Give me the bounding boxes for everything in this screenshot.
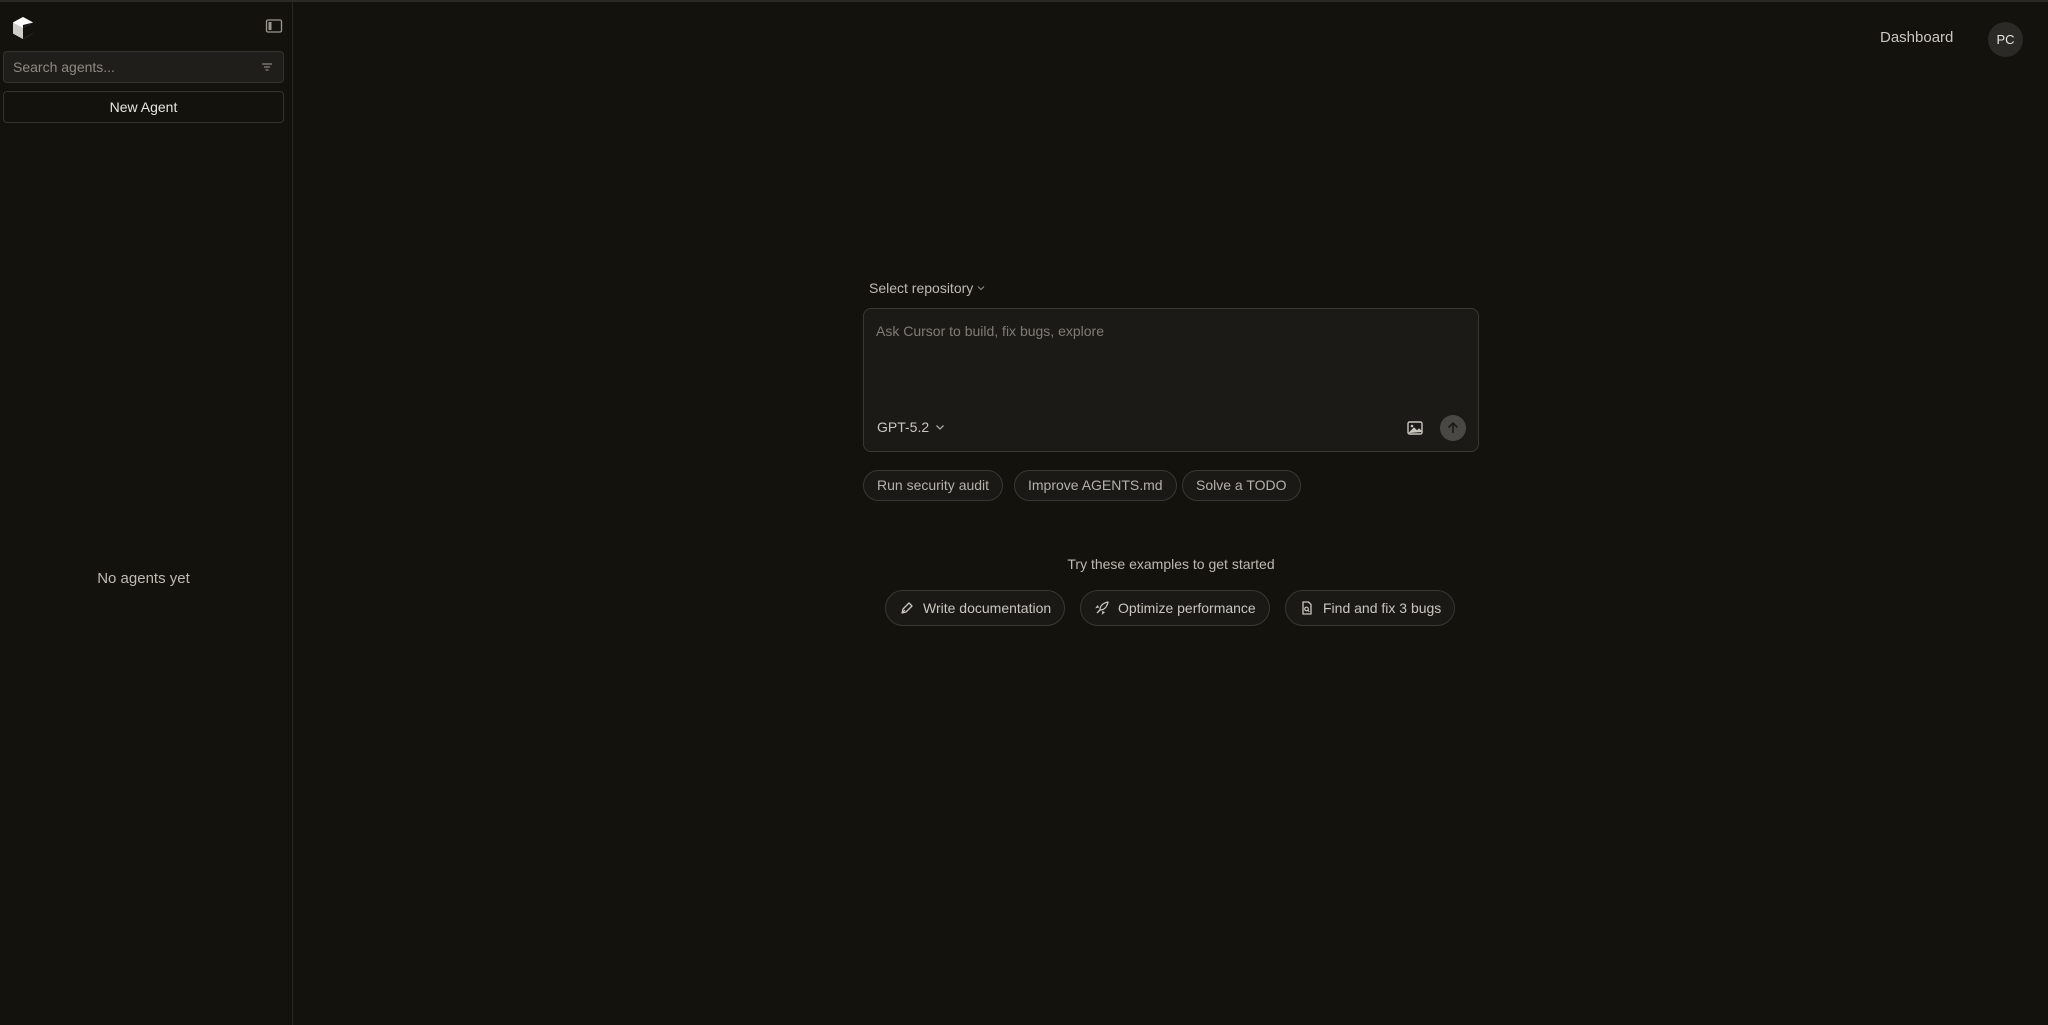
example-label: Optimize performance [1118,600,1256,616]
prompt-input[interactable] [876,321,1466,381]
sidebar-toggle-icon[interactable] [265,18,283,34]
example-find-and-fix-bugs[interactable]: Find and fix 3 bugs [1285,590,1456,626]
send-button[interactable] [1440,415,1466,441]
search-agents-input[interactable] [13,52,253,82]
repository-select[interactable]: Select repository [869,280,985,296]
example-write-documentation[interactable]: Write documentation [885,590,1066,626]
search-agents-field [3,51,284,83]
chevron-down-icon [977,285,985,291]
rocket-icon [1094,600,1110,616]
example-optimize-performance[interactable]: Optimize performance [1080,590,1270,626]
arrow-up-icon [1447,421,1459,433]
model-select[interactable]: GPT-5.2 [877,419,945,435]
empty-state-text: No agents yet [97,570,190,587]
suggestion-solve-a-todo[interactable]: Solve a TODO [1182,470,1301,501]
pen-icon [899,600,915,616]
chevron-down-icon [935,424,945,431]
example-label: Find and fix 3 bugs [1323,600,1442,616]
suggestion-improve-agents-md[interactable]: Improve AGENTS.md [1014,470,1177,501]
model-select-label: GPT-5.2 [877,419,930,435]
attach-image-icon[interactable] [1406,419,1424,437]
suggestion-run-security-audit[interactable]: Run security audit [863,470,1004,501]
new-agent-button[interactable]: New Agent [3,91,284,123]
examples-heading: Try these examples to get started [1067,556,1275,572]
prompt-composer: GPT-5.2 [863,308,1479,452]
avatar[interactable]: PC [1988,22,2023,57]
example-label: Write documentation [923,600,1052,616]
filter-icon[interactable] [260,60,274,74]
suggestion-label: Improve AGENTS.md [1028,477,1163,493]
file-search-icon [1299,600,1315,616]
suggestion-label: Run security audit [877,477,990,493]
dashboard-link[interactable]: Dashboard [1880,29,1953,46]
suggestion-label: Solve a TODO [1196,477,1287,493]
repository-select-label: Select repository [869,280,974,296]
app-window: New Agent No agents yet Dashboard PC Sel… [0,0,2048,1025]
sidebar: New Agent No agents yet [0,2,293,1025]
cursor-logo-icon[interactable] [12,16,34,40]
